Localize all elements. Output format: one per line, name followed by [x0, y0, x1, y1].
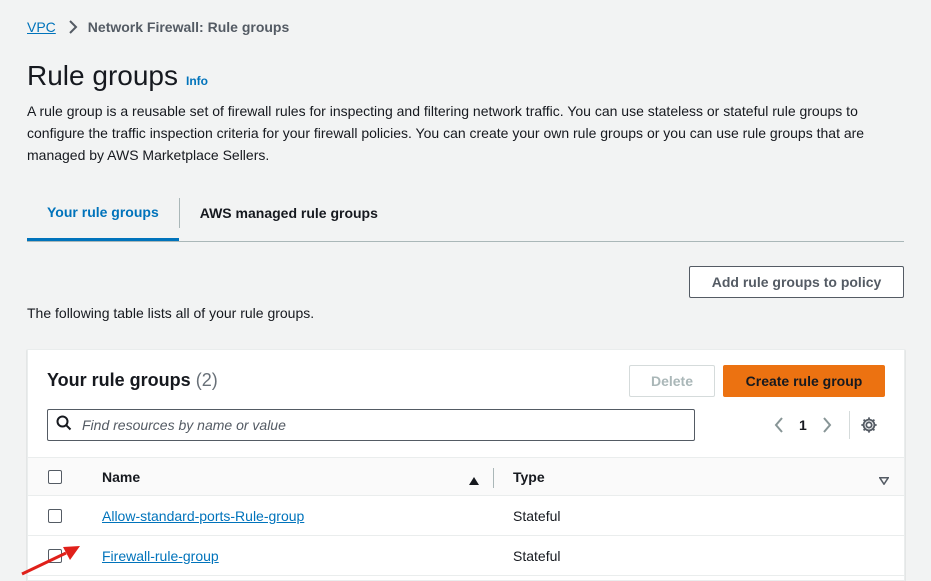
table-row[interactable]: Allow-standard-ports-Rule-group Stateful	[28, 496, 904, 536]
column-header-name[interactable]: Name	[102, 469, 140, 485]
tab-your-rule-groups[interactable]: Your rule groups	[27, 197, 179, 241]
page-header: Rule groups Info	[27, 60, 208, 92]
pagination: 1	[769, 411, 878, 439]
tab-aws-managed-rule-groups[interactable]: AWS managed rule groups	[178, 198, 398, 228]
sort-descending-icon[interactable]	[878, 472, 890, 490]
rule-group-name-link[interactable]: Firewall-rule-group	[102, 548, 219, 564]
panel-title: Your rule groups (2)	[47, 370, 218, 391]
info-link[interactable]: Info	[186, 74, 208, 88]
panel-title-text: Your rule groups	[47, 370, 191, 390]
tab-bar: Your rule groups AWS managed rule groups	[27, 197, 904, 242]
chevron-right-icon[interactable]	[817, 417, 837, 433]
table-header: Name Type	[28, 457, 904, 496]
rule-group-type: Stateful	[513, 508, 561, 524]
breadcrumb: VPC Network Firewall: Rule groups	[27, 19, 289, 35]
annotation-arrow	[21, 546, 80, 576]
table-intro-text: The following table lists all of your ru…	[27, 305, 315, 321]
table-row[interactable]: Firewall-rule-group Stateful	[28, 536, 904, 576]
chevron-left-icon[interactable]	[769, 417, 789, 433]
column-resizer[interactable]	[493, 468, 494, 488]
search-box	[47, 409, 695, 441]
breadcrumb-vpc-link[interactable]: VPC	[27, 19, 56, 35]
breadcrumb-current: Network Firewall: Rule groups	[87, 19, 290, 35]
sort-ascending-icon[interactable]	[469, 472, 479, 490]
page-description: A rule group is a reusable set of firewa…	[27, 103, 865, 163]
rule-groups-table-panel: Your rule groups (2) Delete Create rule …	[27, 349, 905, 581]
rule-group-type: Stateful	[513, 548, 561, 564]
rule-group-name-link[interactable]: Allow-standard-ports-Rule-group	[102, 508, 304, 524]
search-icon	[48, 415, 82, 436]
pager-divider	[848, 411, 850, 439]
page-title: Rule groups	[27, 60, 178, 91]
select-all-checkbox[interactable]	[48, 470, 62, 484]
chevron-right-icon	[68, 20, 78, 34]
create-rule-group-button[interactable]: Create rule group	[723, 365, 885, 397]
search-input[interactable]	[82, 417, 662, 433]
page-number[interactable]: 1	[799, 417, 807, 433]
gear-icon[interactable]	[860, 416, 878, 434]
column-header-type[interactable]: Type	[513, 469, 545, 485]
rule-group-count: (2)	[195, 370, 218, 390]
delete-button[interactable]: Delete	[629, 365, 715, 397]
add-rule-groups-to-policy-button[interactable]: Add rule groups to policy	[689, 266, 904, 298]
row-checkbox[interactable]	[48, 509, 62, 523]
